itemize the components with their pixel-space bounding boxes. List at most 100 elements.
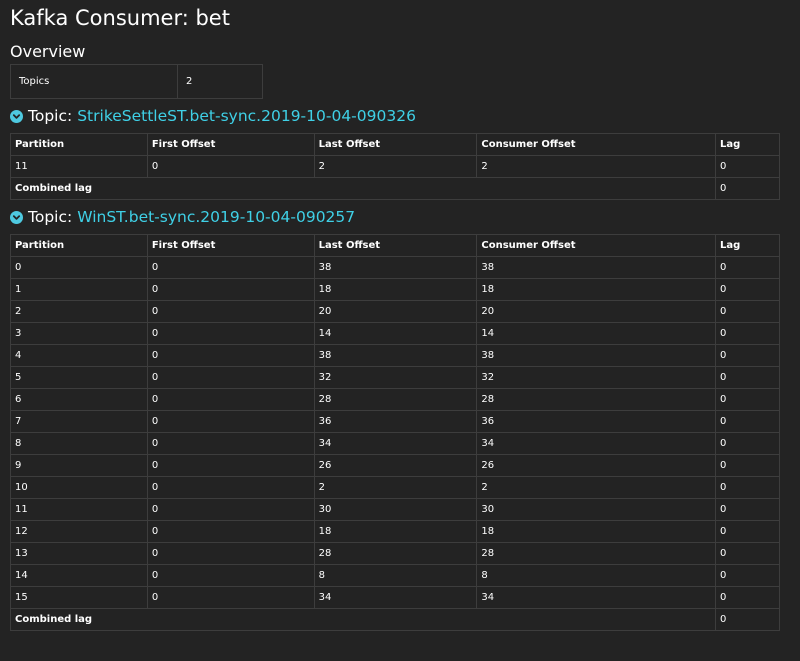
table-header-row: Partition First Offset Last Offset Consumer… [10, 133, 780, 156]
column-header: Partition [10, 133, 148, 156]
table-row: 14 0 8 8 0 [10, 564, 780, 587]
table-cell: 0 [715, 278, 780, 301]
table-cell: 2 [476, 476, 717, 499]
table-row: 9 0 26 26 0 [10, 454, 780, 477]
table-cell: 2 [476, 155, 717, 178]
chevron-down-circle-icon[interactable] [10, 210, 23, 224]
combined-lag-value: 0 [715, 608, 780, 631]
table-cell: 0 [146, 542, 315, 565]
partition-table: Partition First Offset Last Offset Consumer… [9, 234, 780, 631]
table-cell: 34 [313, 432, 478, 455]
table-row: 13 0 28 28 0 [10, 542, 780, 565]
table-cell: 18 [313, 278, 478, 301]
table-row: 4 0 38 38 0 [10, 344, 780, 367]
combined-lag-row: Combined lag 0 [9, 608, 780, 631]
table-cell: 0 [146, 432, 315, 455]
column-header: First Offset [146, 234, 315, 257]
page: Kafka Consumer: bet Overview Topics 2 Top… [0, 0, 800, 661]
table-cell: 14 [10, 564, 148, 587]
column-header: Consumer Offset [476, 133, 717, 156]
table-cell: 36 [476, 410, 717, 433]
table-cell: 0 [146, 322, 315, 345]
table-cell: 0 [146, 388, 315, 411]
chevron-down-circle-icon[interactable] [10, 109, 23, 123]
table-cell: 0 [715, 520, 780, 543]
table-cell: 26 [313, 454, 478, 477]
table-cell: 0 [146, 344, 315, 367]
table-cell: 28 [313, 542, 478, 565]
topic-prefix: Topic: [28, 107, 73, 125]
table-cell: 11 [10, 155, 148, 178]
topic-heading: Topic: WinST.bet-sync.2019-10-04-090257 [10, 200, 790, 234]
table-cell: 0 [10, 256, 148, 279]
combined-lag-label: Combined lag [9, 177, 717, 200]
table-row: 11 0 2 2 0 [10, 155, 780, 178]
combined-lag-row: Combined lag 0 [9, 177, 780, 200]
table-row: 0 0 38 38 0 [10, 256, 780, 279]
table-cell: 18 [313, 520, 478, 543]
table-cell: 0 [146, 476, 315, 499]
table-cell: 0 [715, 388, 780, 411]
table-cell: 14 [476, 322, 717, 345]
table-cell: 34 [313, 586, 478, 609]
table-cell: 10 [10, 476, 148, 499]
column-header: Lag [715, 234, 780, 257]
table-cell: 2 [313, 155, 478, 178]
column-header: Last Offset [313, 234, 478, 257]
overview-value: 2 [177, 64, 263, 99]
table-cell: 2 [10, 300, 148, 323]
table-cell: 0 [715, 498, 780, 521]
table-row: 12 0 18 18 0 [10, 520, 780, 543]
table-cell: 0 [146, 278, 315, 301]
table-cell: 0 [715, 344, 780, 367]
column-header: Last Offset [313, 133, 478, 156]
table-row: 6 0 28 28 0 [10, 388, 780, 411]
overview-row: Topics 2 [10, 64, 263, 99]
partition-table: Partition First Offset Last Offset Consumer… [9, 133, 780, 200]
table-cell: 38 [476, 344, 717, 367]
topic-name-link[interactable]: StrikeSettleST.bet-sync.2019-10-04-09032… [77, 107, 416, 125]
table-cell: 12 [10, 520, 148, 543]
table-cell: 0 [715, 586, 780, 609]
table-cell: 28 [476, 388, 717, 411]
table-cell: 0 [146, 410, 315, 433]
table-cell: 0 [715, 366, 780, 389]
overview-title: Overview [10, 42, 86, 61]
topic-heading: Topic: StrikeSettleST.bet-sync.2019-10-04… [10, 99, 790, 133]
table-cell: 6 [10, 388, 148, 411]
table-cell: 0 [715, 410, 780, 433]
table-row: 15 0 34 34 0 [10, 586, 780, 609]
table-row: 11 0 30 30 0 [10, 498, 780, 521]
table-cell: 0 [715, 432, 780, 455]
table-header-row: Partition First Offset Last Offset Consumer… [10, 234, 780, 257]
table-cell: 0 [715, 542, 780, 565]
table-cell: 2 [313, 476, 478, 499]
table-cell: 8 [476, 564, 717, 587]
column-header: First Offset [146, 133, 315, 156]
table-row: 5 0 32 32 0 [10, 366, 780, 389]
topic-name-link[interactable]: WinST.bet-sync.2019-10-04-090257 [77, 208, 355, 226]
table-cell: 0 [146, 586, 315, 609]
table-cell: 38 [313, 344, 478, 367]
table-cell: 0 [146, 155, 315, 178]
table-cell: 0 [146, 564, 315, 587]
table-cell: 0 [146, 366, 315, 389]
table-cell: 0 [146, 300, 315, 323]
table-cell: 38 [313, 256, 478, 279]
table-cell: 15 [10, 586, 148, 609]
table-row: 1 0 18 18 0 [10, 278, 780, 301]
table-cell: 26 [476, 454, 717, 477]
table-cell: 30 [313, 498, 478, 521]
table-cell: 28 [476, 542, 717, 565]
table-cell: 34 [476, 432, 717, 455]
table-cell: 0 [715, 322, 780, 345]
page-title: Kafka Consumer: bet [10, 6, 230, 30]
column-header: Consumer Offset [476, 234, 717, 257]
table-cell: 0 [146, 454, 315, 477]
table-cell: 0 [715, 155, 780, 178]
table-cell: 0 [146, 256, 315, 279]
column-header: Partition [10, 234, 148, 257]
table-cell: 4 [10, 344, 148, 367]
table-cell: 32 [476, 366, 717, 389]
overview-table: Topics 2 [10, 64, 263, 99]
